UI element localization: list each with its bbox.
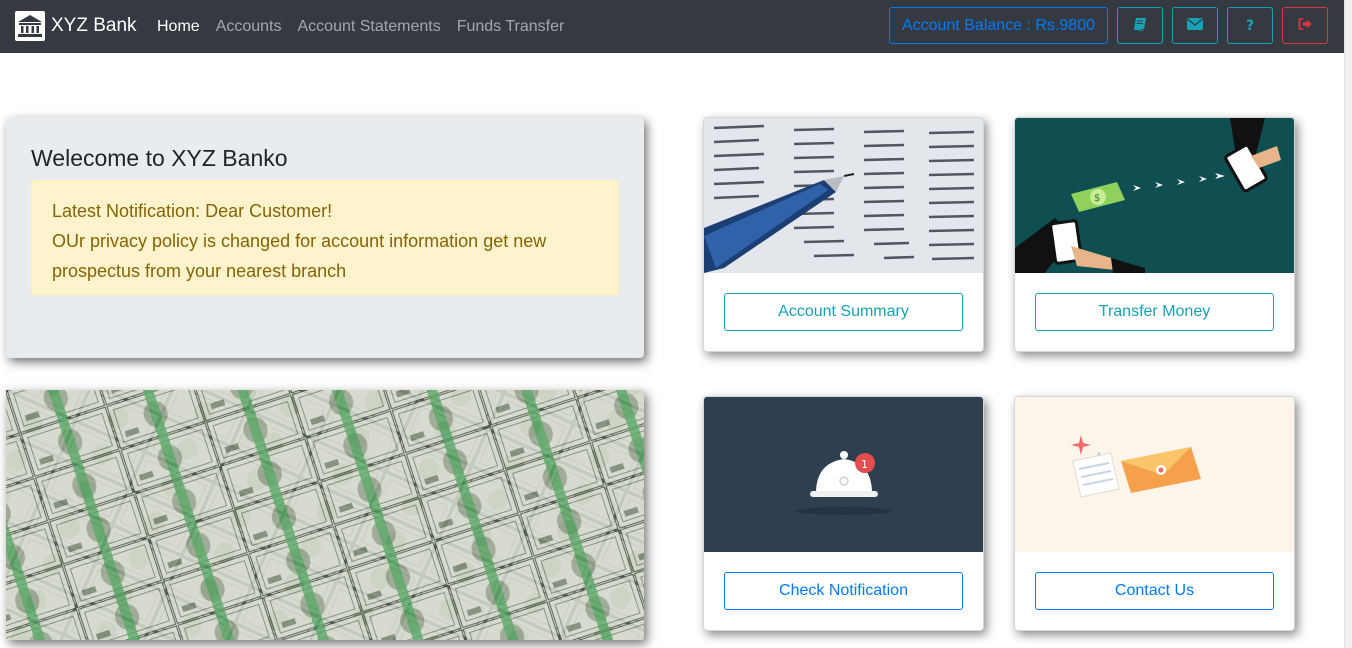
money-banner-image [6, 390, 644, 640]
svg-text:1: 1 [861, 458, 868, 471]
card-check-notification: 1 Check Notification [703, 396, 984, 631]
navbar: XYZ Bank Home Accounts Account Statement… [0, 0, 1344, 53]
logout-button[interactable] [1282, 7, 1328, 44]
notification-bell-image: 1 [704, 397, 983, 552]
book-icon [1133, 17, 1147, 34]
scrollbar[interactable] [1344, 0, 1352, 648]
nav-link-account-statements[interactable]: Account Statements [298, 18, 441, 36]
envelope-icon [1187, 18, 1203, 33]
welcome-title: Welecome to XYZ Banko [31, 145, 288, 171]
money-transfer-image: $ [1015, 118, 1294, 273]
transfer-money-button[interactable]: Transfer Money [1035, 293, 1274, 331]
notification-body: OUr privacy policy is changed for accoun… [52, 231, 547, 281]
card-account-summary: Account Summary [703, 117, 984, 352]
book-button[interactable] [1117, 7, 1163, 44]
account-summary-button[interactable]: Account Summary [724, 293, 963, 331]
check-notification-button[interactable]: Check Notification [724, 572, 963, 610]
notification-alert: Latest Notification: Dear Customer! OUr … [31, 180, 619, 295]
welcome-jumbotron: Welecome to XYZ Banko Latest Notificatio… [6, 117, 644, 358]
nav-actions: Account Balance : Rs.9800 ? [888, 7, 1328, 45]
sign-out-icon [1298, 18, 1312, 33]
financial-statement-image [704, 118, 983, 273]
brand[interactable]: XYZ Bank [15, 10, 137, 42]
nav-link-accounts[interactable]: Accounts [216, 18, 282, 36]
account-balance-button[interactable]: Account Balance : Rs.9800 [888, 7, 1108, 44]
brand-name: XYZ Bank [51, 15, 137, 36]
bank-icon [15, 11, 45, 41]
message-button[interactable] [1172, 7, 1218, 44]
nav-link-home[interactable]: Home [157, 18, 200, 36]
nav-link-funds-transfer[interactable]: Funds Transfer [457, 18, 565, 36]
svg-text:$: $ [1094, 193, 1100, 204]
notification-heading: Latest Notification: [52, 201, 201, 221]
card-transfer-money: $ Transfer Money [1014, 117, 1295, 352]
notification-greeting: Dear Customer! [200, 201, 333, 221]
card-contact-us: Contact Us [1014, 396, 1295, 631]
nav-links: Home Accounts Account Statements Funds T… [157, 0, 580, 53]
question-icon: ? [1245, 17, 1255, 34]
contact-us-button[interactable]: Contact Us [1035, 572, 1274, 610]
contact-envelope-image [1015, 397, 1294, 552]
help-button[interactable]: ? [1227, 7, 1273, 44]
